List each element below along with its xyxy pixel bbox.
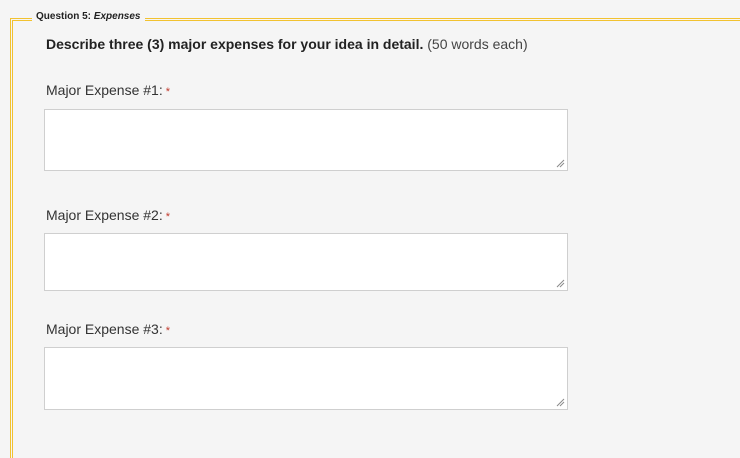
expense-3-label-text: Major Expense #3: [46,321,163,337]
expense-1-textarea[interactable] [44,109,568,171]
expense-3-label: Major Expense #3: * [46,320,170,340]
required-marker: * [165,325,171,337]
expense-1-label: Major Expense #1: * [46,81,170,101]
description-note: (50 words each) [427,36,528,52]
expense-2-textarea[interactable] [44,233,568,291]
resize-grip-icon[interactable] [555,158,565,168]
resize-grip-icon[interactable] [555,278,565,288]
expense-3-textarea[interactable] [44,347,568,410]
question-description: Describe three (3) major expenses for yo… [46,35,528,53]
expense-1-label-text: Major Expense #1: [46,82,163,98]
expense-2-label: Major Expense #2: * [46,206,170,226]
legend-title: Expenses [93,11,141,22]
question-legend: Question 5: Expenses [32,10,145,24]
required-marker: * [165,211,171,223]
expense-2-label-text: Major Expense #2: [46,207,163,223]
legend-prefix: Question 5: [36,11,92,22]
resize-grip-icon[interactable] [555,397,565,407]
required-marker: * [165,86,171,98]
description-instruction: Describe three (3) major expenses for yo… [46,36,424,52]
